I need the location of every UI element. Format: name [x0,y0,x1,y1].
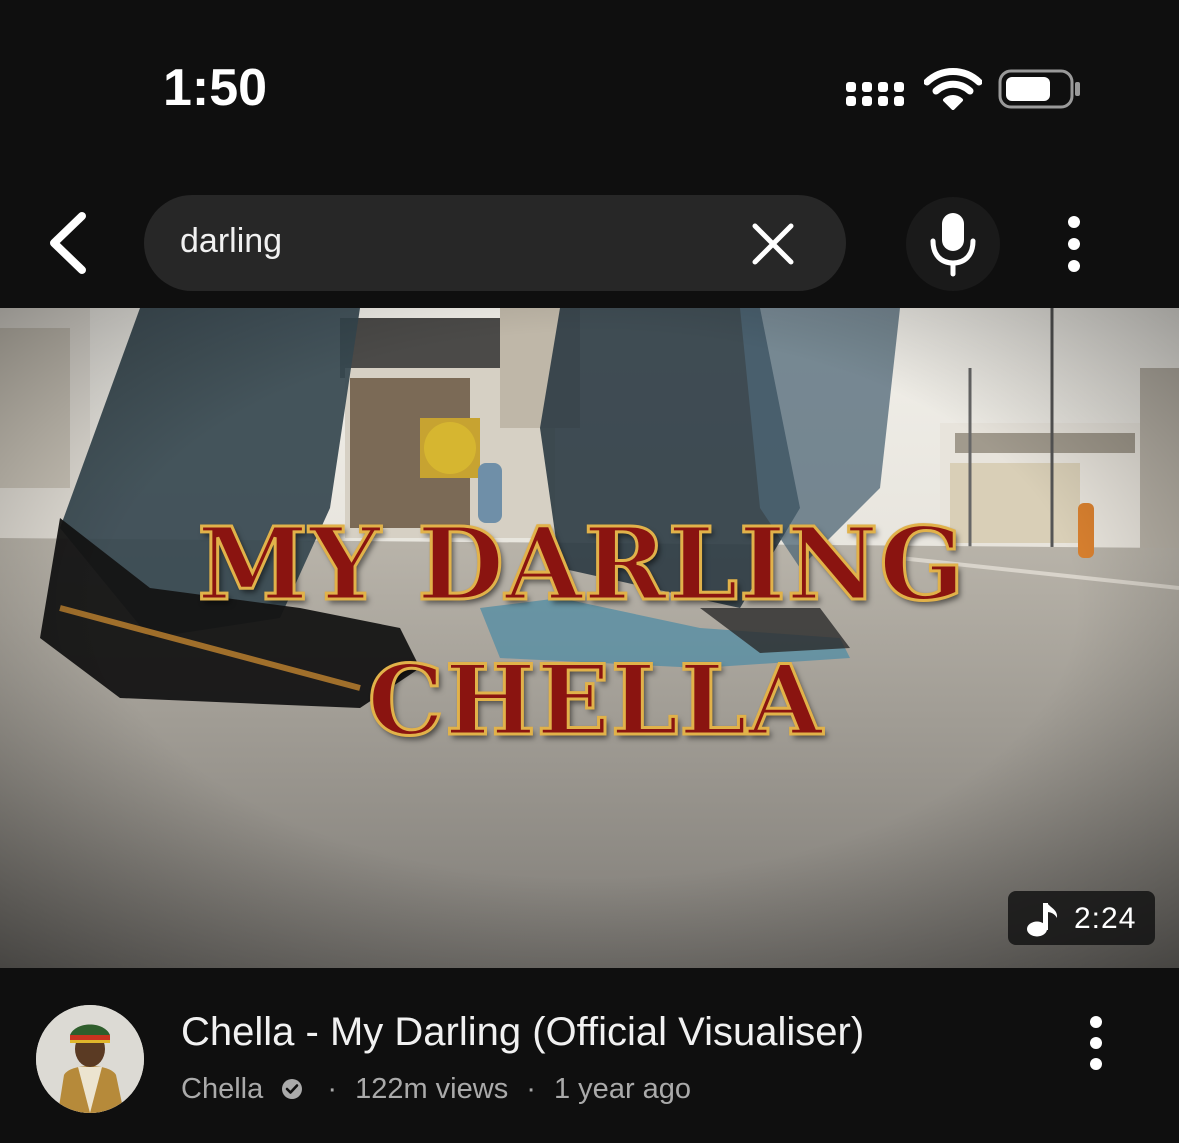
status-bar: 1:50 [0,0,1179,180]
thumbnail-title-line-1: MY DARLING [196,504,966,625]
video-thumbnail[interactable]: MY DARLING CHELLA 2:24 [0,308,1179,968]
status-time: 1:50 [163,59,268,117]
thumbnail-title-line-2: CHELLA [366,643,824,759]
channel-avatar[interactable] [36,1005,144,1113]
upload-age: 1 year ago [554,1072,692,1105]
video-title[interactable]: Chella - My Darling (Official Visualiser… [181,1010,864,1055]
duration-badge: 2:24 [1008,891,1155,945]
separator: · [327,1072,338,1105]
thumbnail-image [0,308,1179,968]
back-icon[interactable] [40,210,100,276]
voice-search-button[interactable] [906,197,1000,291]
channel-name[interactable]: Chella [181,1073,263,1105]
separator: · [526,1072,536,1105]
verified-badge-icon [282,1079,303,1100]
youtube-search-results-screen: 1:50 darling MY DARLING CHELLA 2:24 Chel… [0,0,1179,1143]
search-header [0,180,1179,308]
microphone-icon [930,213,976,277]
video-duration: 2:24 [1074,902,1137,935]
view-count: 122m views [355,1072,509,1105]
cellular-signal-icon [846,82,906,108]
search-box[interactable] [144,195,846,291]
search-input[interactable] [180,222,720,261]
video-info: Chella - My Darling (Official Visualiser… [0,968,1179,1143]
wifi-icon [924,68,982,110]
vertical-ellipsis-icon[interactable] [1076,1015,1116,1071]
music-note-icon [1027,903,1058,937]
battery-icon [998,69,1080,109]
video-metadata: Chella · 122m views · 1 year ago [181,1072,691,1106]
close-icon[interactable] [750,221,796,267]
avatar-image [36,1005,144,1113]
vertical-ellipsis-icon[interactable] [1054,214,1094,274]
